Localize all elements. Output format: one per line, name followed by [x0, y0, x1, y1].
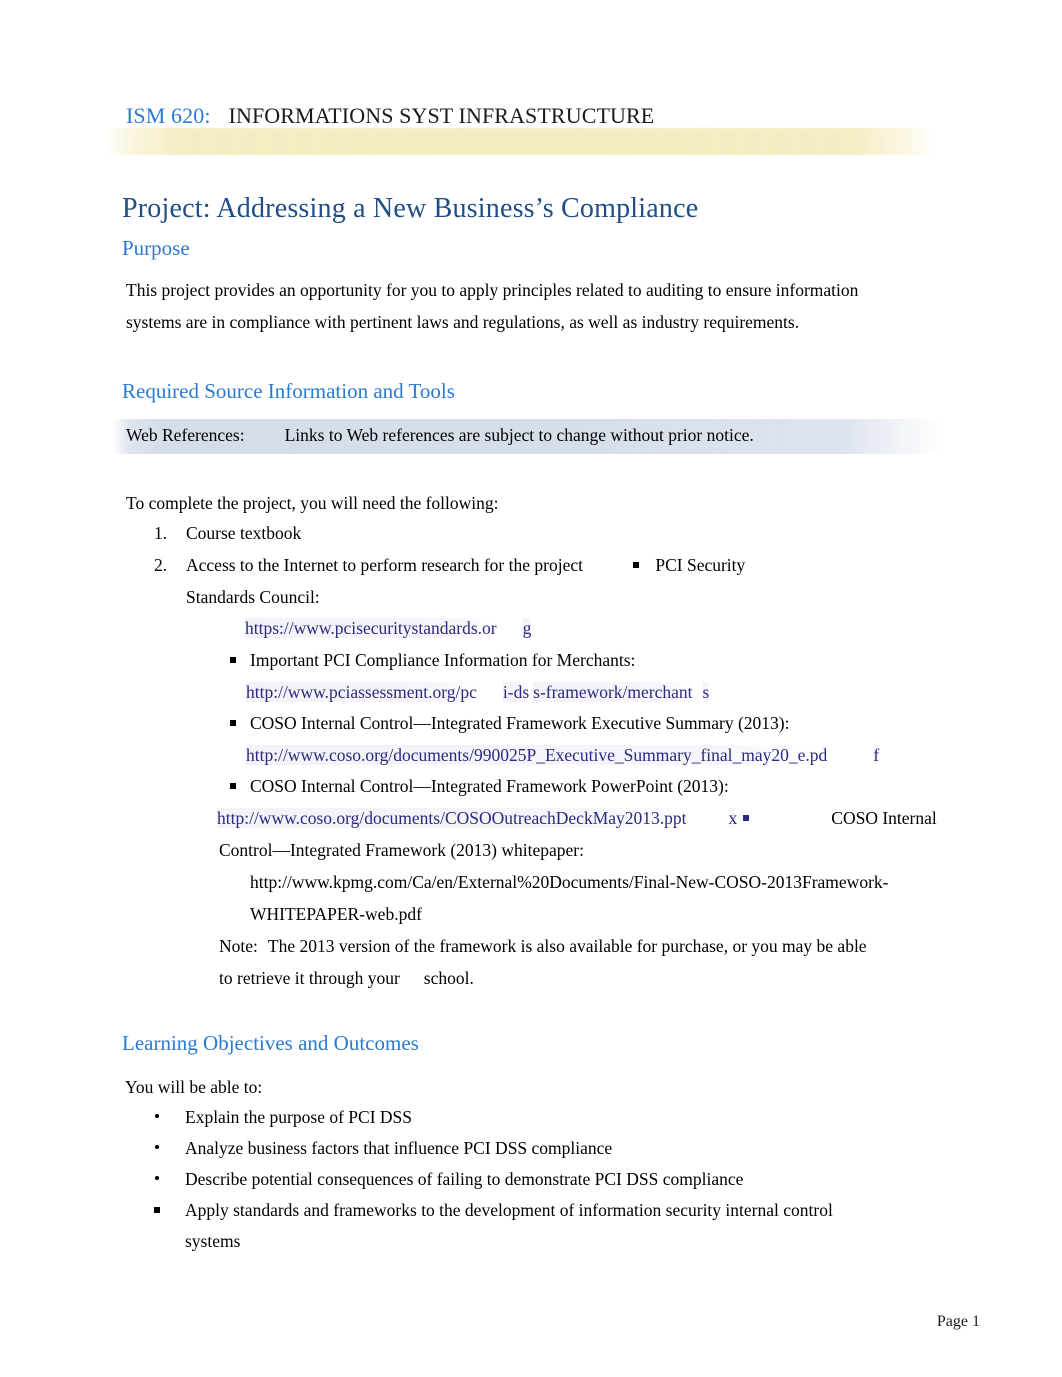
course-name: INFORMATIONS SYST INFRASTRUCTURE: [228, 103, 655, 128]
list-item-continuation: systems: [150, 1226, 950, 1257]
round-bullet-icon: [155, 1114, 159, 1118]
link-coso-exec-summary[interactable]: http://www.coso.org/documents/990025P_Ex…: [246, 745, 828, 765]
note-line-1: Note: The 2013 version of the framework i…: [212, 930, 1032, 962]
link-pciassessment[interactable]: http://www.pciassessment.org/pc: [246, 682, 477, 702]
note-line-2: to retrieve it through your school.: [212, 962, 1032, 994]
link-block-coso-summary: COSO Internal Control—Integrated Framewo…: [212, 707, 1032, 771]
link-pciassessment-mid[interactable]: i-ds: [502, 682, 530, 702]
list-item-label: Course textbook: [186, 523, 302, 543]
heading-learning-objectives: Learning Objectives and Outcomes: [122, 1031, 419, 1055]
whitepaper-url-line-2: WHITEPAPER-web.pdf: [212, 898, 1032, 930]
list-item-number: 1.: [154, 523, 168, 543]
link-coso-exec-summary-tail[interactable]: f: [873, 745, 880, 765]
list-item: Explain the purpose of PCI DSS: [150, 1102, 950, 1133]
link-coso-outreach-deck[interactable]: http://www.coso.org/documents/COSOOutrea…: [217, 808, 687, 828]
note-label: Note:: [219, 936, 258, 956]
bullet-row: COSO Internal Control—Integrated Framewo…: [212, 707, 1032, 739]
objective-label: Analyze business factors that influence …: [185, 1138, 613, 1158]
round-bullet-icon: [155, 1176, 159, 1180]
header-title-line: ISM 620: INFORMATIONS SYST INFRASTRUCTURE: [126, 103, 654, 129]
document-header: ISM 620: INFORMATIONS SYST INFRASTRUCTURE: [104, 103, 934, 155]
list-item: Apply standards and frameworks to the de…: [150, 1195, 950, 1226]
objectives-intro-text: You will be able to:: [125, 1077, 263, 1097]
page-number: Page 1: [936, 1313, 980, 1330]
round-bullet-icon: [155, 1145, 159, 1149]
link-coso-outreach-deck-tail[interactable]: x: [728, 808, 738, 828]
square-bullet-icon: [230, 720, 236, 726]
list-item: 1. Course textbook: [126, 517, 926, 549]
document-page: ISM 620: INFORMATIONS SYST INFRASTRUCTURE…: [0, 0, 1062, 1377]
square-bullet-icon: [230, 657, 236, 663]
tools-intro-text: To complete the project, you will need t…: [126, 493, 499, 513]
coso-ppt-label: COSO Internal Control—Integrated Framewo…: [250, 776, 729, 796]
list-item-continuation: Standards Council:: [126, 581, 926, 613]
list-item-number: 2.: [154, 555, 168, 575]
kpmg-url-part1: http://www.kpmg.com/Ca/en/External%20Doc…: [250, 872, 889, 892]
note-text-2a: to retrieve it through your: [219, 968, 400, 988]
objective-label: Describe potential consequences of faili…: [185, 1169, 744, 1189]
pci-security-label: PCI Security: [655, 555, 746, 575]
course-code: ISM 620:: [126, 103, 211, 128]
whitepaper-label: Control—Integrated Framework (2013) whit…: [219, 840, 584, 860]
objectives-list: Explain the purpose of PCI DSS Analyze b…: [150, 1102, 950, 1257]
heading-required-sources: Required Source Information and Tools: [122, 379, 455, 403]
bullet-row: COSO Internal Control—Integrated Framewo…: [212, 770, 1032, 802]
link-row: http://www.coso.org/documents/990025P_Ex…: [212, 739, 1032, 771]
list-item: 2. Access to the Internet to perform res…: [126, 549, 926, 581]
kpmg-url-part2: WHITEPAPER-web.pdf: [250, 904, 422, 924]
header-highlight-band: [104, 128, 934, 155]
link-row: http://www.coso.org/documents/COSOOutrea…: [212, 802, 1032, 834]
note-text-1: The 2013 version of the framework is als…: [267, 936, 867, 956]
page-title: Project: Addressing a New Business’s Com…: [122, 193, 699, 224]
list-item: Describe potential consequences of faili…: [150, 1164, 950, 1195]
web-references-note: Links to Web references are subject to c…: [284, 425, 754, 445]
link-block-coso-ppt: COSO Internal Control—Integrated Framewo…: [212, 770, 1032, 994]
heading-purpose: Purpose: [122, 236, 190, 260]
bullet-row: Important PCI Compliance Information for…: [212, 644, 1032, 676]
whitepaper-url-line-1: http://www.kpmg.com/Ca/en/External%20Doc…: [212, 866, 1032, 898]
purpose-body-text: This project provides an opportunity for…: [126, 280, 859, 332]
objective-label: Apply standards and frameworks to the de…: [185, 1200, 833, 1220]
square-bullet-icon: [633, 561, 640, 568]
link-pciassessment-tail[interactable]: s: [702, 682, 710, 702]
list-item: Analyze business factors that influence …: [150, 1133, 950, 1164]
required-items-list: 1. Course textbook 2. Access to the Inte…: [126, 517, 926, 613]
web-references-line: Web References: Links to Web references a…: [126, 425, 754, 446]
link-pcisecuritystandards[interactable]: https://www.pcisecuritystandards.or: [245, 618, 497, 638]
link-pciassessment-mid2[interactable]: s-framework/merchant: [533, 682, 693, 702]
link-row: http://www.pciassessment.org/pc i-ds s-fra…: [212, 676, 1032, 708]
standards-council-label: Standards Council:: [186, 587, 320, 607]
objective-label: Explain the purpose of PCI DSS: [185, 1107, 413, 1127]
link-block-merchants: Important PCI Compliance Information for…: [212, 644, 1032, 708]
square-bullet-icon: [230, 783, 236, 789]
square-bullet-icon: [154, 1207, 160, 1213]
web-references-label: Web References:: [126, 425, 245, 445]
square-bullet-icon: [743, 814, 750, 821]
merchants-label: Important PCI Compliance Information for…: [250, 650, 636, 670]
list-item-label: Access to the Internet to perform resear…: [186, 555, 583, 575]
link-pcisecuritystandards-tail[interactable]: g: [522, 618, 532, 638]
objective-label-continuation: systems: [185, 1231, 241, 1251]
link-block-pci-standards: https://www.pcisecuritystandards.or g: [245, 612, 1062, 644]
note-text-2b: school.: [423, 968, 474, 988]
whitepaper-line: Control—Integrated Framework (2013) whit…: [212, 834, 1032, 866]
coso-summary-label: COSO Internal Control—Integrated Framewo…: [250, 713, 790, 733]
coso-internal-label: COSO Internal: [831, 808, 937, 828]
